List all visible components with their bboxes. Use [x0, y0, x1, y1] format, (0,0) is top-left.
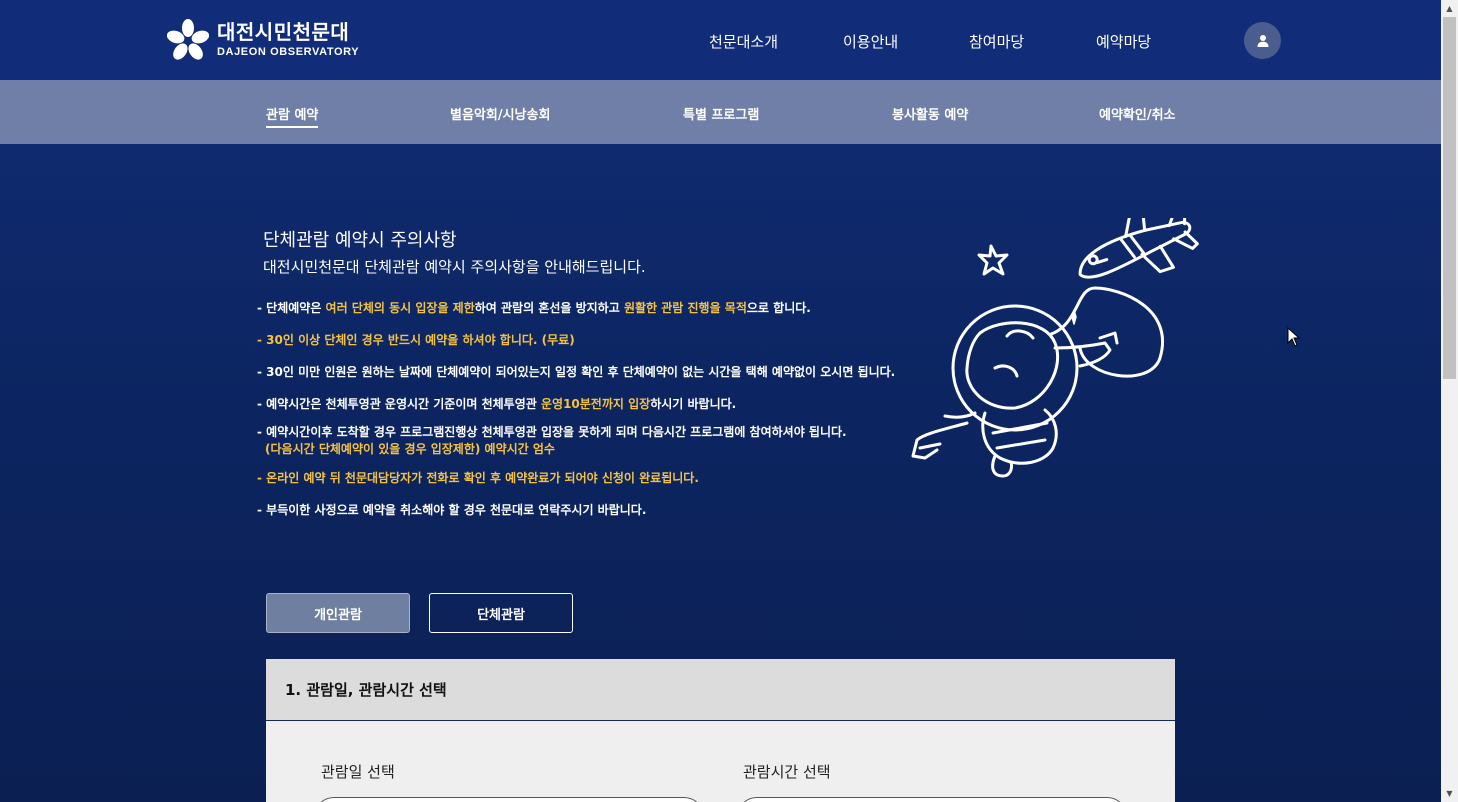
reservation-form-section: 1. 관람일, 관람시간 선택 관람일 선택 관람시간 선택 [266, 659, 1175, 802]
nav-guide[interactable]: 이용안내 [843, 31, 898, 52]
nav-about[interactable]: 천문대소개 [709, 31, 778, 52]
logo-icon [167, 19, 209, 60]
user-button[interactable] [1244, 22, 1281, 59]
notice-line-7: - 부득이한 사정으로 예약을 취소해야 할 경우 천문대로 연락주시기 바랍니… [257, 503, 647, 517]
mouse-cursor-icon [1287, 327, 1301, 347]
sub-navigation: 관람 예약 별음악회/시낭송회 특별 프로그램 봉사활동 예약 예약확인/취소 [0, 80, 1441, 144]
user-icon [1257, 34, 1268, 47]
time-select-label: 관람시간 선택 [743, 763, 831, 781]
logo-subtitle: DAJEON OBSERVATORY [217, 46, 360, 58]
notice-line-2: - 30인 이상 단체인 경우 반드시 예약을 하셔야 합니다. (무료) [257, 333, 575, 347]
scrollbar-thumb[interactable] [1443, 17, 1456, 379]
vertical-scrollbar[interactable]: ▲ ▼ [1441, 0, 1458, 802]
subnav-check-cancel[interactable]: 예약확인/취소 [1099, 104, 1176, 123]
astronaut-illustration [911, 218, 1199, 478]
tab-individual-visit[interactable]: 개인관람 [266, 593, 410, 633]
notice-line-5-note: (다음시간 단체예약이 있을 경우 입장제한) 예약시간 엄수 [265, 442, 555, 456]
notice-line-5: - 예약시간이후 도착할 경우 프로그램진행상 천체투영관 입장을 못하게 되며… [257, 425, 847, 439]
scroll-up-icon[interactable]: ▲ [1441, 0, 1458, 17]
logo[interactable]: 대전시민천문대 DAJEON OBSERVATORY [167, 18, 359, 62]
subnav-special-program[interactable]: 특별 프로그램 [683, 104, 759, 123]
section-title: 1. 관람일, 관람시간 선택 [266, 659, 1175, 721]
page: 대전시민천문대 DAJEON OBSERVATORY 천문대소개 이용안내 참여… [0, 0, 1441, 802]
logo-title: 대전시민천문대 [217, 20, 350, 44]
nav-reservation[interactable]: 예약마당 [1096, 31, 1151, 52]
notice-title: 단체관람 예약시 주의사항 [263, 230, 457, 251]
notice-line-6: - 온라인 예약 뒤 천문대담당자가 전화로 확인 후 예약완료가 되어야 신청… [257, 471, 699, 485]
scroll-down-icon[interactable]: ▼ [1441, 785, 1458, 802]
header: 대전시민천문대 DAJEON OBSERVATORY 천문대소개 이용안내 참여… [0, 0, 1441, 80]
subnav-volunteer[interactable]: 봉사활동 예약 [892, 104, 968, 123]
time-select[interactable] [737, 797, 1127, 802]
tab-group-visit[interactable]: 단체관람 [429, 593, 573, 633]
notice-line-4: - 예약시간은 천체투영관 운영시간 기준이며 천체투영관 운영10분전까지 입… [257, 397, 737, 411]
notice-subtitle: 대전시민천문대 단체관람 예약시 주의사항을 안내해드립니다. [263, 258, 646, 276]
notice-line-1: - 단체예약은 여러 단체의 동시 입장을 제한하여 관람의 혼선을 방지하고 … [257, 301, 811, 315]
date-select[interactable] [314, 797, 704, 802]
nav-participate[interactable]: 참여마당 [969, 31, 1024, 52]
date-select-label: 관람일 선택 [321, 763, 395, 781]
subnav-visit-reservation[interactable]: 관람 예약 [266, 104, 319, 128]
subnav-concert[interactable]: 별음악회/시낭송회 [450, 104, 550, 123]
notice-line-3: - 30인 미만 인원은 원하는 날짜에 단체예약이 되어있는지 일정 확인 후… [257, 365, 896, 379]
